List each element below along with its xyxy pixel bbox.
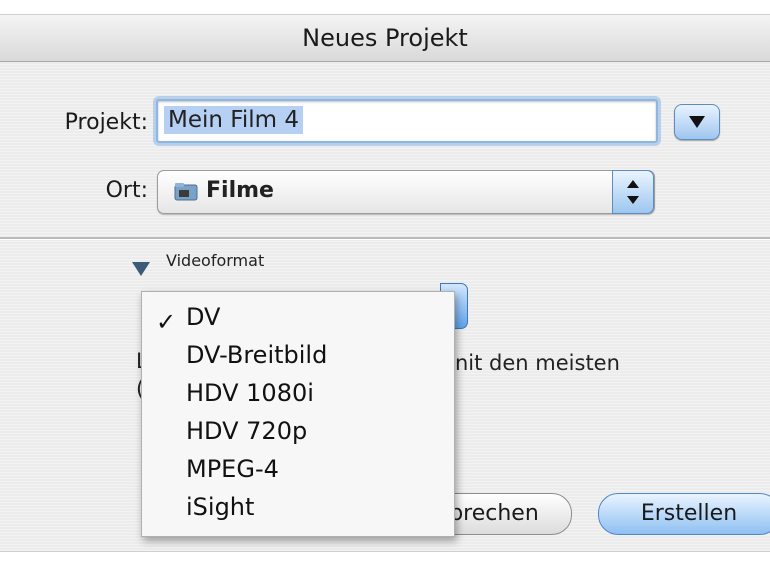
- project-name-value: Mein Film 4: [164, 106, 303, 134]
- title-bar: Neues Projekt: [0, 15, 770, 62]
- create-button[interactable]: Erstellen: [598, 493, 770, 535]
- menu-item-hdv-1080i[interactable]: HDV 1080i: [186, 379, 314, 407]
- folder-icon: [174, 183, 198, 201]
- location-value: Filme: [206, 178, 274, 203]
- video-format-label: Videoformat: [166, 251, 265, 270]
- cancel-button-label: brechen: [449, 501, 539, 526]
- location-label: Ort:: [105, 178, 148, 203]
- menu-item-dv-breitbild[interactable]: DV-Breitbild: [186, 341, 327, 369]
- menu-item-dv[interactable]: DV: [186, 303, 220, 331]
- up-down-arrows-icon: [627, 180, 639, 204]
- create-button-label: Erstellen: [640, 501, 738, 526]
- menu-item-mpeg4[interactable]: MPEG-4: [186, 455, 279, 483]
- location-stepper[interactable]: [612, 170, 654, 214]
- video-format-menu: ✓ DV DV-Breitbild HDV 1080i HDV 720p MPE…: [141, 291, 455, 537]
- menu-item-hdv-720p[interactable]: HDV 720p: [186, 417, 307, 445]
- new-project-dialog: Neues Projekt Projekt: Mein Film 4 Ort: …: [0, 14, 770, 552]
- menu-item-isight[interactable]: iSight: [186, 493, 254, 521]
- chevron-down-icon: [689, 116, 705, 128]
- project-name-field[interactable]: Mein Film 4: [156, 99, 658, 143]
- dialog-title: Neues Projekt: [302, 24, 468, 52]
- project-label: Projekt:: [64, 110, 148, 135]
- description-text: nit den meisten: [455, 351, 620, 375]
- checkmark-icon: ✓: [156, 308, 177, 336]
- expand-options-button[interactable]: [674, 104, 720, 140]
- location-popup[interactable]: Filme: [157, 170, 655, 214]
- section-divider: [0, 237, 770, 240]
- disclosure-triangle-icon[interactable]: [131, 261, 151, 277]
